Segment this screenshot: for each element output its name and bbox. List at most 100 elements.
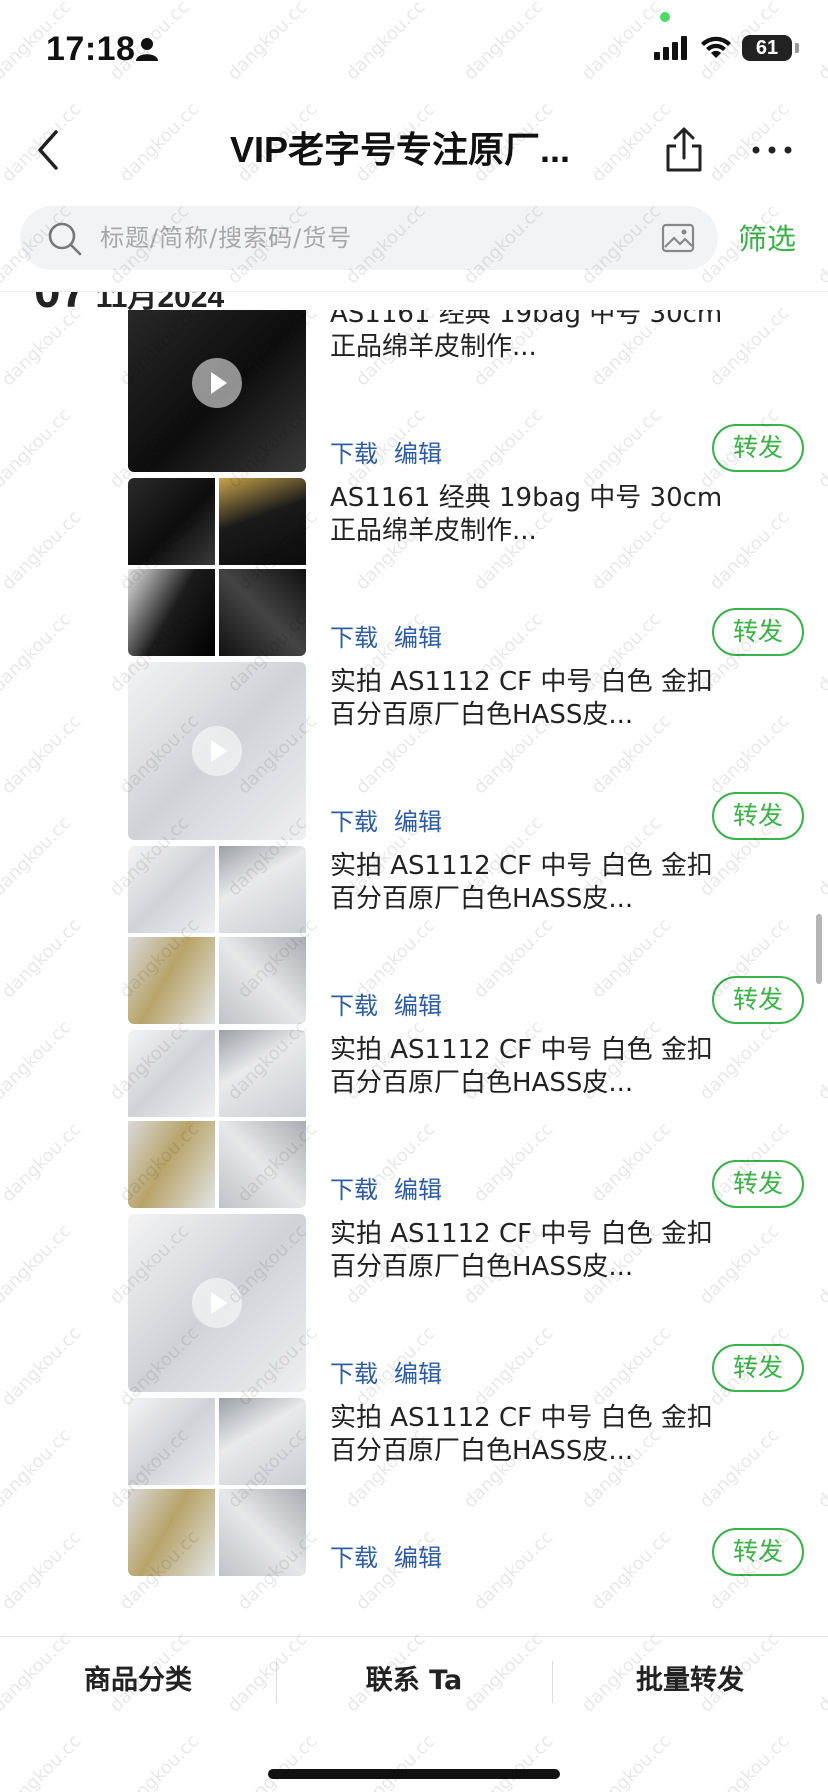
more-icon[interactable] (748, 118, 796, 182)
post-video-thumbnail[interactable] (128, 310, 306, 472)
post-description: 实拍 AS1112 CF 中号 白色 金扣 百分百原厂白色HASS皮... (330, 1402, 750, 1468)
post-image[interactable] (128, 1489, 215, 1576)
post-video-thumbnail[interactable] (128, 662, 306, 840)
post-item[interactable]: AS1161 经典 19bag 中号 30cm 正品绵羊皮制作... 下载 编辑 转发 (0, 478, 828, 688)
forward-button[interactable]: 转发 (712, 1344, 804, 1392)
post-description: 实拍 AS1112 CF 中号 白色 金扣 百分百原厂白色HASS皮... (330, 1034, 750, 1100)
post-text-line: 百分百原厂白色HASS皮... (330, 884, 634, 914)
post-image[interactable] (128, 1121, 215, 1208)
battery-icon: 61 (742, 35, 799, 61)
status-time: 17:18 (46, 30, 136, 68)
post-image[interactable] (219, 1489, 306, 1576)
post-image-grid[interactable] (128, 478, 306, 656)
bottom-bar: 商品分类 联系 Ta 批量转发 (0, 1636, 828, 1792)
post-item[interactable]: 实拍 AS1112 CF 中号 白色 金扣 百分百原厂白色HASS皮... 下载 编辑… (0, 1214, 828, 1424)
forward-button[interactable]: 转发 (712, 608, 804, 656)
download-link[interactable]: 下载 (330, 986, 378, 1021)
forward-button[interactable]: 转发 (712, 1160, 804, 1208)
play-icon[interactable] (192, 726, 242, 776)
post-image[interactable] (128, 1398, 215, 1485)
post-image[interactable] (219, 1398, 306, 1485)
date-day: 07 (34, 292, 87, 310)
post-text-line: 实拍 AS1112 CF 中号 白色 金扣 (330, 1219, 713, 1249)
search-box[interactable] (20, 206, 718, 270)
post-image[interactable] (128, 937, 215, 1024)
tab-batch-forward[interactable]: 批量转发 (552, 1637, 828, 1725)
status-bar: 17:18 61 (0, 0, 828, 100)
post-feed[interactable]: AS1161 经典 19bag 中号 30cm 正品绵羊皮制作... 下载 编辑 转发 A… (0, 310, 828, 1635)
edit-link[interactable]: 编辑 (394, 618, 442, 653)
post-description: AS1161 经典 19bag 中号 30cm 正品绵羊皮制作... (330, 310, 750, 364)
edit-link[interactable]: 编辑 (394, 1538, 442, 1573)
post-text-line: 正品绵羊皮制作... (330, 516, 537, 546)
download-link[interactable]: 下载 (330, 1170, 378, 1205)
post-image[interactable] (128, 569, 215, 656)
post-text-line: 正品绵羊皮制作... (330, 332, 537, 362)
post-item[interactable]: 实拍 AS1112 CF 中号 白色 金扣 百分百原厂白色HASS皮... 下载 编辑… (0, 846, 828, 1056)
post-description: 实拍 AS1112 CF 中号 白色 金扣 百分百原厂白色HASS皮... (330, 1218, 750, 1284)
post-image[interactable] (219, 846, 306, 933)
post-image[interactable] (219, 937, 306, 1024)
forward-button[interactable]: 转发 (712, 976, 804, 1024)
home-indicator[interactable] (268, 1769, 560, 1779)
post-description: 实拍 AS1112 CF 中号 白色 金扣 百分百原厂白色HASS皮... (330, 666, 750, 732)
battery-level: 61 (755, 36, 779, 59)
post-item[interactable]: 实拍 AS1112 CF 中号 白色 金扣 百分百原厂白色HASS皮... 下载 编辑… (0, 662, 828, 872)
post-description: AS1161 经典 19bag 中号 30cm 正品绵羊皮制作... (330, 482, 750, 548)
post-text-line: 百分百原厂白色HASS皮... (330, 1068, 634, 1098)
download-link[interactable]: 下载 (330, 434, 378, 469)
download-link[interactable]: 下载 (330, 802, 378, 837)
person-icon (136, 38, 158, 61)
filter-button[interactable]: 筛选 (738, 214, 818, 264)
edit-link[interactable]: 编辑 (394, 1170, 442, 1205)
date-label: 07 11月2024 (34, 292, 224, 310)
post-image-grid[interactable] (128, 1030, 306, 1208)
status-icons: 61 (654, 32, 799, 64)
forward-button[interactable]: 转发 (712, 792, 804, 840)
edit-link[interactable]: 编辑 (394, 434, 442, 469)
post-text-line: 实拍 AS1112 CF 中号 白色 金扣 (330, 1403, 713, 1433)
edit-link[interactable]: 编辑 (394, 802, 442, 837)
scrollbar[interactable] (816, 914, 822, 984)
download-link[interactable]: 下载 (330, 1354, 378, 1389)
post-text-line: 百分百原厂白色HASS皮... (330, 700, 634, 730)
post-text-line: 百分百原厂白色HASS皮... (330, 1436, 634, 1466)
post-image[interactable] (219, 1030, 306, 1117)
post-video-thumbnail[interactable] (128, 1214, 306, 1392)
post-image[interactable] (219, 478, 306, 565)
date-month-year: 11月2024 (95, 292, 225, 310)
wifi-icon (701, 36, 731, 58)
search-icon (48, 222, 82, 256)
post-image[interactable] (128, 846, 215, 933)
download-link[interactable]: 下载 (330, 1538, 378, 1573)
search-input[interactable] (100, 206, 640, 270)
post-image-grid[interactable] (128, 846, 306, 1024)
post-image[interactable] (219, 1121, 306, 1208)
forward-button[interactable]: 转发 (712, 1528, 804, 1576)
post-text-line: AS1161 经典 19bag 中号 30cm (330, 483, 723, 513)
page-title: VIP老字号专注原厂... (229, 129, 571, 170)
play-icon[interactable] (192, 1278, 242, 1328)
date-header: 07 11月2024 (0, 292, 828, 310)
post-item[interactable]: AS1161 经典 19bag 中号 30cm 正品绵羊皮制作... 下载 编辑 转发 (0, 310, 828, 504)
post-image[interactable] (128, 1030, 215, 1117)
post-text-line: 实拍 AS1112 CF 中号 白色 金扣 (330, 1035, 713, 1065)
post-image[interactable] (128, 478, 215, 565)
post-image-grid[interactable] (128, 1398, 306, 1576)
privacy-indicator-icon (660, 12, 670, 22)
play-icon[interactable] (192, 358, 242, 408)
forward-button[interactable]: 转发 (712, 424, 804, 472)
post-image[interactable] (219, 569, 306, 656)
edit-link[interactable]: 编辑 (394, 986, 442, 1021)
back-icon[interactable] (24, 118, 78, 182)
post-item[interactable]: 实拍 AS1112 CF 中号 白色 金扣 百分百原厂白色HASS皮... 下载 编辑… (0, 1398, 828, 1608)
tab-contact[interactable]: 联系 Ta (276, 1637, 552, 1725)
image-search-icon[interactable] (660, 220, 696, 256)
post-text-line: 实拍 AS1112 CF 中号 白色 金扣 (330, 667, 713, 697)
share-icon[interactable] (660, 118, 708, 182)
edit-link[interactable]: 编辑 (394, 1354, 442, 1389)
post-item[interactable]: 实拍 AS1112 CF 中号 白色 金扣 百分百原厂白色HASS皮... 下载 编辑… (0, 1030, 828, 1240)
signal-icon (654, 36, 687, 60)
download-link[interactable]: 下载 (330, 618, 378, 653)
tab-categories[interactable]: 商品分类 (0, 1637, 276, 1725)
